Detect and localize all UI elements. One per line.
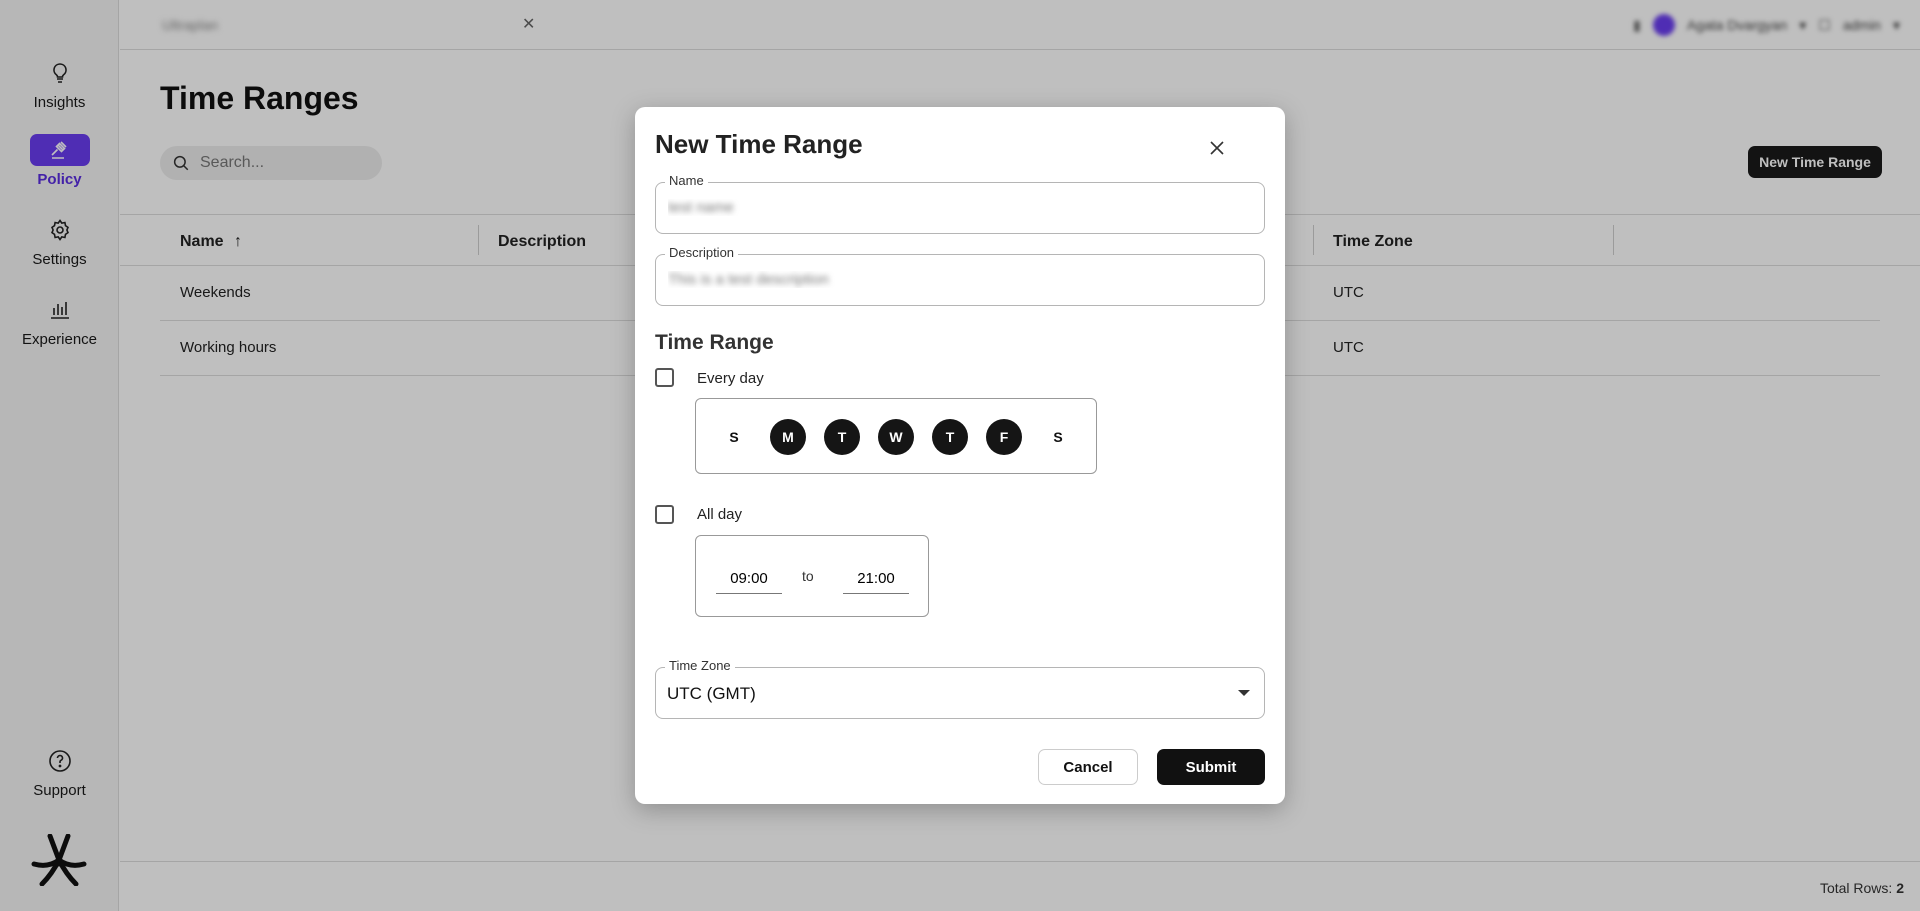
start-time-input[interactable] <box>716 564 782 594</box>
time-zone-value: UTC (GMT) <box>667 684 756 703</box>
description-label: Description <box>665 245 739 260</box>
day-toggle-sunday[interactable]: S <box>716 419 752 455</box>
every-day-label: Every day <box>697 370 764 387</box>
day-toggle-monday[interactable]: M <box>770 419 806 455</box>
day-toggle-wednesday[interactable]: W <box>878 419 914 455</box>
day-toggle-saturday[interactable]: S <box>1040 419 1076 455</box>
description-field[interactable]: Description <box>655 245 1265 306</box>
close-icon[interactable] <box>1202 133 1232 163</box>
time-range-section-title: Time Range <box>655 331 774 354</box>
time-zone-label: Time Zone <box>665 658 735 673</box>
time-window: to <box>695 535 929 617</box>
name-label: Name <box>665 173 708 188</box>
dialog-title: New Time Range <box>655 129 863 159</box>
end-time-input[interactable] <box>843 564 909 594</box>
every-day-checkbox[interactable] <box>655 368 674 387</box>
time-separator: to <box>802 568 814 584</box>
weekday-selector: S M T W T F S <box>695 398 1097 474</box>
day-toggle-tuesday[interactable]: T <box>824 419 860 455</box>
description-input[interactable] <box>668 271 1248 288</box>
day-toggle-thursday[interactable]: T <box>932 419 968 455</box>
submit-button[interactable]: Submit <box>1157 749 1265 785</box>
all-day-label: All day <box>697 506 743 523</box>
new-time-range-dialog: New Time Range Name Description Time Ran… <box>635 107 1285 804</box>
time-zone-select[interactable]: Time Zone UTC (GMT) <box>655 658 1265 719</box>
name-field[interactable]: Name <box>655 173 1265 234</box>
name-input[interactable] <box>668 199 1248 216</box>
dropdown-arrow-icon <box>1238 690 1250 696</box>
day-toggle-friday[interactable]: F <box>986 419 1022 455</box>
cancel-button[interactable]: Cancel <box>1038 749 1138 785</box>
all-day-checkbox[interactable] <box>655 505 674 524</box>
